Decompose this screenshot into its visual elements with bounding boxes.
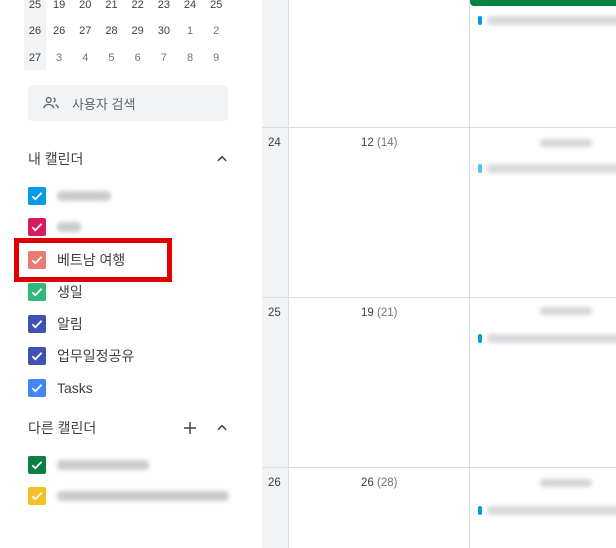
calendar-checkbox[interactable] bbox=[28, 379, 46, 397]
calendar-item-tasks[interactable]: Tasks bbox=[28, 374, 93, 402]
calendar-item[interactable] bbox=[28, 182, 111, 210]
day-cell[interactable]: 27 bbox=[72, 25, 98, 37]
calendar-name-redacted bbox=[57, 488, 229, 504]
week-number[interactable]: 25 bbox=[24, 0, 46, 11]
check-icon bbox=[31, 288, 43, 297]
chevron-up-icon bbox=[217, 424, 227, 431]
day-cell[interactable]: 30 bbox=[151, 25, 177, 37]
sidebar: 25 19 20 21 22 23 24 25 26 26 27 28 29 3… bbox=[0, 0, 262, 548]
day-cell[interactable]: 6 bbox=[125, 52, 151, 64]
day-cell[interactable]: 22 bbox=[125, 0, 151, 11]
calendar-checkbox[interactable] bbox=[28, 187, 46, 205]
other-calendars-header[interactable]: 다른 캘린더 bbox=[28, 416, 234, 440]
people-icon bbox=[43, 96, 59, 109]
my-calendars-header[interactable]: 내 캘린더 bbox=[28, 147, 234, 171]
calendar-name-redacted bbox=[57, 219, 81, 235]
event-time-redacted bbox=[540, 479, 592, 487]
calendar-checkbox[interactable] bbox=[28, 283, 46, 301]
week-number[interactable]: 27 bbox=[24, 52, 46, 64]
event-item[interactable] bbox=[478, 163, 616, 173]
calendar-name-redacted bbox=[57, 457, 149, 473]
plus-icon bbox=[184, 422, 196, 434]
calendar-checkbox[interactable] bbox=[28, 487, 46, 505]
other-calendars-title: 다른 캘린더 bbox=[28, 420, 97, 436]
day-cell[interactable]: 21 bbox=[98, 0, 124, 11]
calendar-item[interactable] bbox=[28, 213, 81, 241]
day-cell[interactable]: 4 bbox=[72, 52, 98, 64]
check-icon bbox=[31, 492, 43, 501]
check-icon bbox=[31, 352, 43, 361]
calendar-item-reminders[interactable]: 알림 bbox=[28, 310, 83, 338]
day-cell[interactable]: 19 bbox=[46, 0, 72, 11]
day-cell[interactable]: 1 bbox=[177, 25, 203, 37]
day-cell[interactable]: 2 bbox=[203, 25, 229, 37]
week-range-label[interactable]: 26 (28) bbox=[361, 477, 397, 489]
day-cell[interactable]: 8 bbox=[177, 52, 203, 64]
my-calendars-title: 내 캘린더 bbox=[28, 151, 84, 167]
add-other-calendar-button[interactable] bbox=[178, 416, 202, 440]
event-item[interactable] bbox=[478, 333, 616, 343]
calendar-grid: 24 12 (14) 25 19 (21) 26 26 (28) bbox=[262, 0, 616, 548]
check-icon bbox=[31, 192, 43, 201]
week-number[interactable]: 26 bbox=[24, 25, 46, 37]
calendar-checkbox[interactable] bbox=[28, 218, 46, 236]
day-cell[interactable]: 23 bbox=[151, 0, 177, 11]
check-icon bbox=[31, 320, 43, 329]
collapse-my-calendars-button[interactable] bbox=[210, 147, 234, 171]
event-time-redacted bbox=[540, 307, 592, 315]
day-cell[interactable]: 5 bbox=[98, 52, 124, 64]
day-cell[interactable]: 26 bbox=[46, 25, 72, 37]
day-cell[interactable]: 20 bbox=[72, 0, 98, 11]
week-range-label[interactable]: 12 (14) bbox=[361, 137, 397, 149]
check-icon bbox=[31, 384, 43, 393]
check-icon bbox=[31, 461, 43, 470]
day-cell[interactable]: 7 bbox=[151, 52, 177, 64]
calendar-item[interactable] bbox=[28, 482, 229, 510]
week-number-gutter bbox=[262, 0, 288, 548]
mini-calendar-row: 27 3 4 5 6 7 8 9 bbox=[24, 45, 229, 71]
calendar-name: Tasks bbox=[57, 380, 93, 396]
day-cell[interactable]: 24 bbox=[177, 0, 203, 11]
day-cell[interactable]: 9 bbox=[203, 52, 229, 64]
mini-calendar-row: 25 19 20 21 22 23 24 25 bbox=[24, 0, 229, 18]
calendar-checkbox[interactable] bbox=[28, 251, 46, 269]
calendar-name: 업무일정공유 bbox=[57, 348, 135, 364]
calendar-name: 알림 bbox=[57, 316, 83, 332]
calendar-item[interactable] bbox=[28, 451, 149, 479]
event-item[interactable] bbox=[478, 505, 616, 515]
grid-divider bbox=[288, 0, 289, 548]
chevron-up-icon bbox=[217, 155, 227, 162]
check-icon bbox=[31, 256, 43, 265]
day-cell[interactable]: 29 bbox=[125, 25, 151, 37]
grid-divider bbox=[469, 0, 470, 548]
check-icon bbox=[31, 223, 43, 232]
calendar-item-birthdays[interactable]: 생일 bbox=[28, 278, 83, 306]
search-users-field[interactable]: 사용자 검색 bbox=[28, 85, 228, 121]
calendar-checkbox[interactable] bbox=[28, 456, 46, 474]
search-users-placeholder: 사용자 검색 bbox=[72, 96, 136, 112]
grid-divider bbox=[262, 127, 616, 128]
week-range-label[interactable]: 19 (21) bbox=[361, 307, 397, 319]
week-number-label[interactable]: 24 bbox=[268, 137, 281, 149]
calendar-name: 베트남 여행 bbox=[57, 252, 126, 268]
calendar-item-shared-work[interactable]: 업무일정공유 bbox=[28, 342, 134, 370]
grid-divider bbox=[262, 467, 616, 468]
event-item[interactable] bbox=[478, 15, 616, 25]
mini-calendar-row: 26 26 27 28 29 30 1 2 bbox=[24, 18, 229, 44]
calendar-name: 생일 bbox=[57, 284, 83, 300]
week-number-label[interactable]: 26 bbox=[268, 477, 281, 489]
grid-divider bbox=[262, 297, 616, 298]
event-chip[interactable] bbox=[470, 0, 616, 6]
calendar-item-vietnam-trip[interactable]: 베트남 여행 bbox=[28, 246, 125, 274]
day-cell[interactable]: 25 bbox=[203, 0, 229, 11]
calendar-checkbox[interactable] bbox=[28, 315, 46, 333]
calendar-checkbox[interactable] bbox=[28, 347, 46, 365]
day-cell[interactable]: 28 bbox=[98, 25, 124, 37]
day-cell[interactable]: 3 bbox=[46, 52, 72, 64]
calendar-name-redacted bbox=[57, 188, 111, 204]
collapse-other-calendars-button[interactable] bbox=[210, 416, 234, 440]
week-number-label[interactable]: 25 bbox=[268, 307, 281, 319]
event-time-redacted bbox=[540, 139, 592, 147]
